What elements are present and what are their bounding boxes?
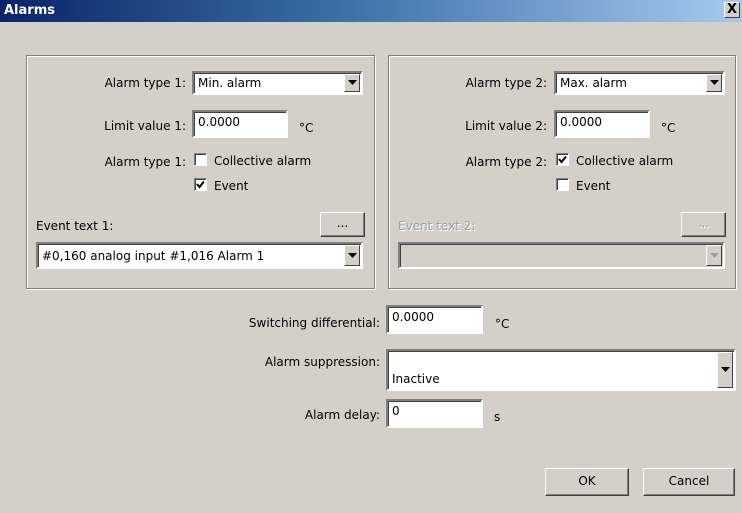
alarm1-collective-label: Alarm type 1: bbox=[104, 155, 186, 169]
close-icon: X bbox=[726, 2, 738, 17]
switching-differential-label: Switching differential: bbox=[248, 316, 380, 330]
ellipsis-icon: ... bbox=[336, 216, 349, 230]
alarm1-type-dropdown-button[interactable] bbox=[344, 74, 360, 92]
ellipsis-icon: ... bbox=[697, 216, 710, 230]
chevron-down-icon bbox=[710, 252, 719, 258]
alarm1-type-select[interactable]: Min. alarm bbox=[192, 71, 363, 95]
switching-differential-unit: °C bbox=[495, 317, 510, 331]
alarm-suppression-dropdown-button[interactable] bbox=[717, 352, 733, 388]
alarm2-event-text-select[interactable] bbox=[398, 242, 725, 269]
alarms-dialog: Alarms X Alarm type 1: Min. alarm Limit … bbox=[0, 0, 742, 513]
alarm2-type-select[interactable]: Max. alarm bbox=[554, 71, 725, 95]
alarm1-event-text-dropdown-button[interactable] bbox=[344, 245, 360, 266]
alarm2-collective-text: Collective alarm bbox=[576, 154, 674, 168]
check-icon bbox=[558, 155, 567, 164]
alarm2-limit-unit: °C bbox=[661, 121, 676, 135]
alarm-delay-input[interactable]: 0 bbox=[386, 399, 483, 428]
ok-button[interactable]: OK bbox=[545, 468, 629, 496]
alarm2-type-dropdown-button[interactable] bbox=[706, 74, 722, 92]
alarm2-collective-checkbox[interactable] bbox=[556, 153, 569, 166]
cancel-button[interactable]: Cancel bbox=[643, 468, 735, 496]
alarm1-event-checkbox[interactable] bbox=[194, 178, 207, 191]
alarm1-collective-text: Collective alarm bbox=[214, 154, 312, 168]
alarm1-limit-label: Limit value 1: bbox=[104, 119, 186, 133]
alarm2-collective-label: Alarm type 2: bbox=[465, 155, 547, 169]
alarm-suppression-value: Inactive bbox=[392, 372, 440, 386]
alarm2-event-text-label: Event text 2: bbox=[398, 219, 476, 233]
alarm2-limit-input[interactable]: 0.0000 bbox=[554, 110, 650, 138]
switching-differential-input[interactable]: 0.0000 bbox=[386, 305, 483, 334]
alarm-suppression-label: Alarm suppression: bbox=[264, 355, 380, 369]
alarm-delay-unit: s bbox=[494, 410, 501, 424]
window-title: Alarms bbox=[4, 3, 55, 18]
title-bar: Alarms X bbox=[0, 0, 742, 22]
close-button[interactable]: X bbox=[724, 2, 740, 18]
alarm1-collective-checkbox[interactable] bbox=[194, 153, 207, 166]
chevron-down-icon bbox=[348, 80, 357, 85]
alarm2-limit-value: 0.0000 bbox=[560, 115, 602, 129]
alarm1-event-text-select[interactable]: #0,160 analog input #1,016 Alarm 1 bbox=[36, 242, 363, 269]
chevron-down-icon bbox=[721, 367, 730, 372]
alarm1-event-text: Event bbox=[214, 179, 249, 193]
alarm1-limit-unit: °C bbox=[299, 121, 314, 135]
alarm1-event-text-value: #0,160 analog input #1,016 Alarm 1 bbox=[42, 249, 265, 263]
alarm1-limit-value: 0.0000 bbox=[198, 115, 240, 129]
ok-button-label: OK bbox=[578, 474, 596, 488]
check-icon bbox=[196, 180, 205, 189]
alarm1-limit-input[interactable]: 0.0000 bbox=[192, 110, 288, 138]
alarm2-event-checkbox[interactable] bbox=[556, 178, 569, 191]
alarm-delay-label: Alarm delay: bbox=[304, 408, 380, 422]
alarm1-type-value: Min. alarm bbox=[198, 76, 262, 90]
switching-differential-value: 0.0000 bbox=[392, 310, 434, 324]
alarm-delay-value: 0 bbox=[392, 404, 400, 418]
alarm2-event-text: Event bbox=[576, 179, 611, 193]
alarm-suppression-select[interactable]: Inactive bbox=[386, 349, 736, 391]
alarm2-event-text-browse-button[interactable]: ... bbox=[681, 212, 726, 237]
alarm1-event-text-label: Event text 1: bbox=[36, 219, 114, 233]
chevron-down-icon bbox=[710, 80, 719, 85]
alarm2-type-label: Alarm type 2: bbox=[465, 76, 547, 90]
alarm2-event-text-dropdown-button[interactable] bbox=[706, 245, 722, 266]
alarm1-type-label: Alarm type 1: bbox=[104, 76, 186, 90]
alarm1-event-text-browse-button[interactable]: ... bbox=[320, 212, 365, 237]
chevron-down-icon bbox=[348, 252, 357, 258]
alarm2-limit-label: Limit value 2: bbox=[465, 119, 547, 133]
cancel-button-label: Cancel bbox=[668, 474, 710, 488]
alarm2-type-value: Max. alarm bbox=[560, 76, 627, 90]
